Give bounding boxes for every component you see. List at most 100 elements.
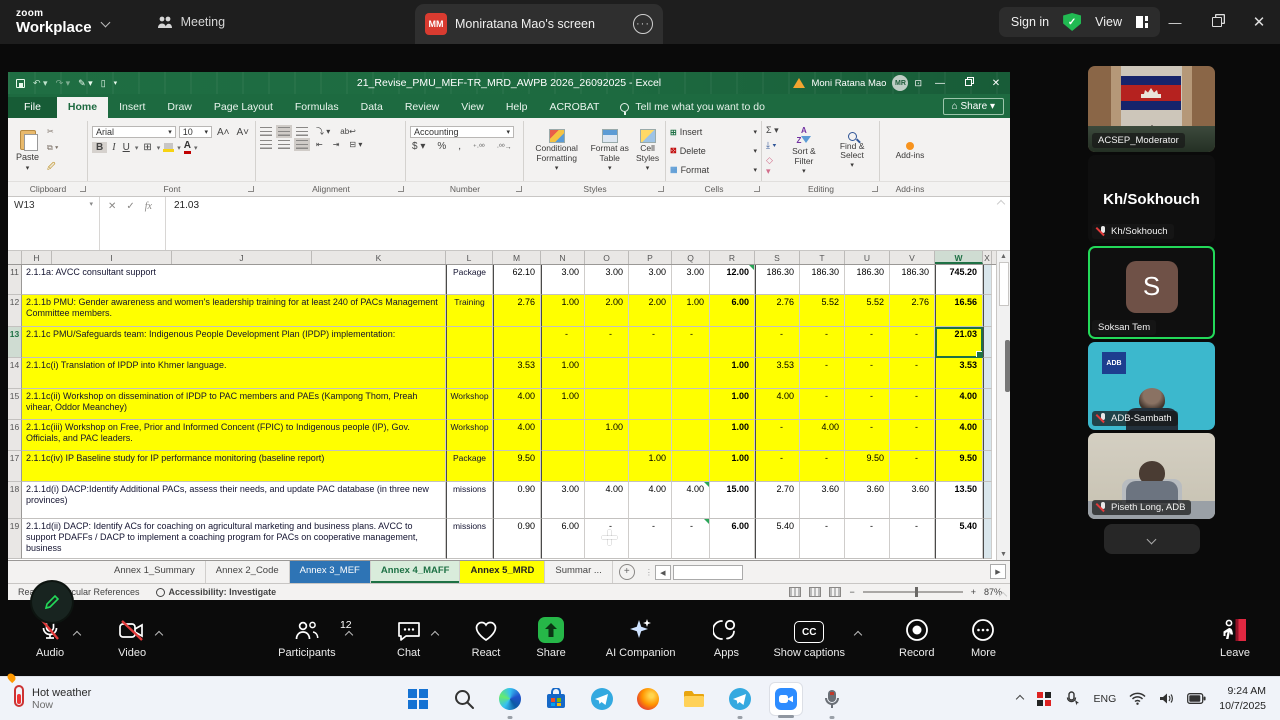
unit-cell[interactable]: Workshop <box>446 420 493 451</box>
column-header-X[interactable]: X <box>983 251 992 264</box>
row-header-18[interactable]: 18 <box>8 482 22 519</box>
align-right-icon[interactable] <box>296 140 308 149</box>
align-middle-icon[interactable] <box>278 127 290 136</box>
zoom-out-icon[interactable]: − <box>849 587 854 597</box>
ribbon-tab-view[interactable]: View <box>450 97 495 118</box>
sheet-tab-annex-1-summary[interactable]: Annex 1_Summary <box>104 561 206 583</box>
increase-indent-icon[interactable]: ⇥ <box>331 140 342 149</box>
activity-cell[interactable]: 2.1.1c PMU/Safeguards team: Indigenous P… <box>22 327 446 358</box>
new-sheet-icon[interactable]: + <box>619 564 635 580</box>
column-header-T[interactable]: T <box>800 251 845 264</box>
ink-icon[interactable]: ✎ ▾ <box>78 78 93 89</box>
grid-cell[interactable] <box>585 358 629 389</box>
italic-button[interactable]: I <box>110 142 117 153</box>
page-break-view-icon[interactable] <box>829 587 841 597</box>
dialog-launcher-icon[interactable] <box>516 186 522 192</box>
column-header-O[interactable]: O <box>585 251 629 264</box>
insert-function-icon[interactable]: fx <box>145 201 152 212</box>
sheet-tab-annex-2-code[interactable]: Annex 2_Code <box>206 561 290 583</box>
row-header-15[interactable]: 15 <box>8 389 22 420</box>
ribbon-tab-page-layout[interactable]: Page Layout <box>203 97 284 118</box>
grid-cell[interactable]: - <box>890 327 935 358</box>
grid-cell[interactable]: - <box>890 358 935 389</box>
grid-cell[interactable]: 15.00 <box>710 482 755 519</box>
participant-tile[interactable]: ADBADB-Sambath <box>1088 342 1215 430</box>
grid-cell[interactable] <box>493 327 541 358</box>
grid-cell[interactable]: - <box>845 519 890 559</box>
font-size-select[interactable]: 10▾ <box>179 126 212 138</box>
zoom-slider[interactable] <box>863 591 963 593</box>
grid-cell[interactable]: 2.76 <box>755 295 800 327</box>
paste-button[interactable]: Paste▾ <box>12 123 43 179</box>
formula-value[interactable]: 21.03 <box>166 197 1010 250</box>
toolbar-button-leave[interactable]: Leave <box>1220 617 1250 659</box>
grid-cell[interactable]: 2.76 <box>493 295 541 327</box>
row-header-11[interactable]: 11 <box>8 265 22 295</box>
conditional-formatting-button[interactable]: Conditional Formatting▾ <box>528 123 585 179</box>
tab-options-icon[interactable]: ··· <box>633 14 653 34</box>
participant-tile[interactable]: Kh/SokhouchKh/Sokhouch <box>1088 155 1215 243</box>
align-left-icon[interactable] <box>260 140 272 149</box>
grid-cell[interactable]: 1.00 <box>629 451 672 482</box>
grid-cell[interactable]: 21.03 <box>935 327 983 358</box>
toolbar-button-participants[interactable]: Participants12 <box>278 617 335 659</box>
format-as-table-button[interactable]: Format as Table▾ <box>589 123 630 179</box>
row-header-12[interactable]: 12 <box>8 295 22 327</box>
unit-cell[interactable]: Package <box>446 451 493 482</box>
clock[interactable]: 9:24 AM 10/7/2025 <box>1219 684 1266 712</box>
excel-minimize-button[interactable]: — <box>926 78 954 89</box>
unit-cell[interactable]: missions <box>446 482 493 519</box>
row-header-19[interactable]: 19 <box>8 519 22 559</box>
grid-cell[interactable]: 1.00 <box>672 295 710 327</box>
grid-cell[interactable]: 3.53 <box>493 358 541 389</box>
grid-cell[interactable] <box>541 420 585 451</box>
taskbar-firefox-icon[interactable] <box>631 682 665 716</box>
unit-cell[interactable] <box>446 358 493 389</box>
column-header-U[interactable]: U <box>845 251 890 264</box>
grid-cell[interactable]: 1.00 <box>585 420 629 451</box>
ribbon-tab-home[interactable]: Home <box>57 97 108 118</box>
unit-cell[interactable]: Workshop <box>446 389 493 420</box>
grid-cell[interactable]: - <box>541 327 585 358</box>
ribbon-tab-draw[interactable]: Draw <box>156 97 203 118</box>
merge-center-icon[interactable]: ⊟ ▾ <box>347 140 364 149</box>
tray-expand-icon[interactable] <box>1015 694 1023 702</box>
grid-cell[interactable]: 5.40 <box>755 519 800 559</box>
column-header-P[interactable]: P <box>629 251 672 264</box>
format-cells-button[interactable]: ▦Format▾ <box>670 165 757 175</box>
grid-cell[interactable]: - <box>755 327 800 358</box>
grid-cell[interactable]: - <box>800 451 845 482</box>
grid-cell[interactable]: 9.50 <box>493 451 541 482</box>
voice-typing-icon[interactable] <box>1065 691 1081 707</box>
language-indicator[interactable]: ENG <box>1094 693 1117 705</box>
sheet-tab-summar-[interactable]: Summar ... <box>545 561 612 583</box>
ribbon-tab-insert[interactable]: Insert <box>108 97 156 118</box>
insert-cells-button[interactable]: ⊞Insert▾ <box>670 127 757 137</box>
grid-cell[interactable]: 3.60 <box>800 482 845 519</box>
grid-cell[interactable]: 13.50 <box>935 482 983 519</box>
toolbar-button-more[interactable]: More <box>970 617 996 659</box>
toolbar-button-share[interactable]: Share <box>536 617 565 659</box>
scroll-down-icon[interactable]: ▼ <box>1000 551 1007 558</box>
accounting-format-icon[interactable]: $ ▾ <box>410 141 427 152</box>
taskbar-telegram-icon[interactable] <box>585 682 619 716</box>
activity-cell[interactable]: 2.1.1d(ii) DACP: Identify ACs for coachi… <box>22 519 446 559</box>
grid-cell[interactable]: - <box>845 389 890 420</box>
weather-widget[interactable]: Hot weather Now <box>14 685 254 712</box>
column-header-K[interactable]: K <box>312 251 446 264</box>
grid-cell[interactable] <box>541 451 585 482</box>
borders-icon[interactable]: ⊞ <box>141 142 153 153</box>
grid-cell[interactable]: 1.00 <box>710 389 755 420</box>
grid-cell[interactable]: - <box>845 327 890 358</box>
taskbar-explorer-icon[interactable] <box>677 682 711 716</box>
taskbar-zoom-icon[interactable] <box>769 682 803 716</box>
taskbar-search-icon[interactable] <box>447 682 481 716</box>
fill-color-icon[interactable] <box>163 143 174 152</box>
align-bottom-icon[interactable] <box>296 127 308 136</box>
delete-cells-button[interactable]: ⊠Delete▾ <box>670 146 757 156</box>
grid-cell[interactable]: 1.00 <box>541 389 585 420</box>
scroll-up-icon[interactable]: ▲ <box>1000 253 1007 260</box>
grid-cell[interactable]: 3.60 <box>845 482 890 519</box>
accessibility-status[interactable]: Accessibility: Investigate <box>156 587 277 597</box>
grid-cell[interactable]: 1.00 <box>541 358 585 389</box>
